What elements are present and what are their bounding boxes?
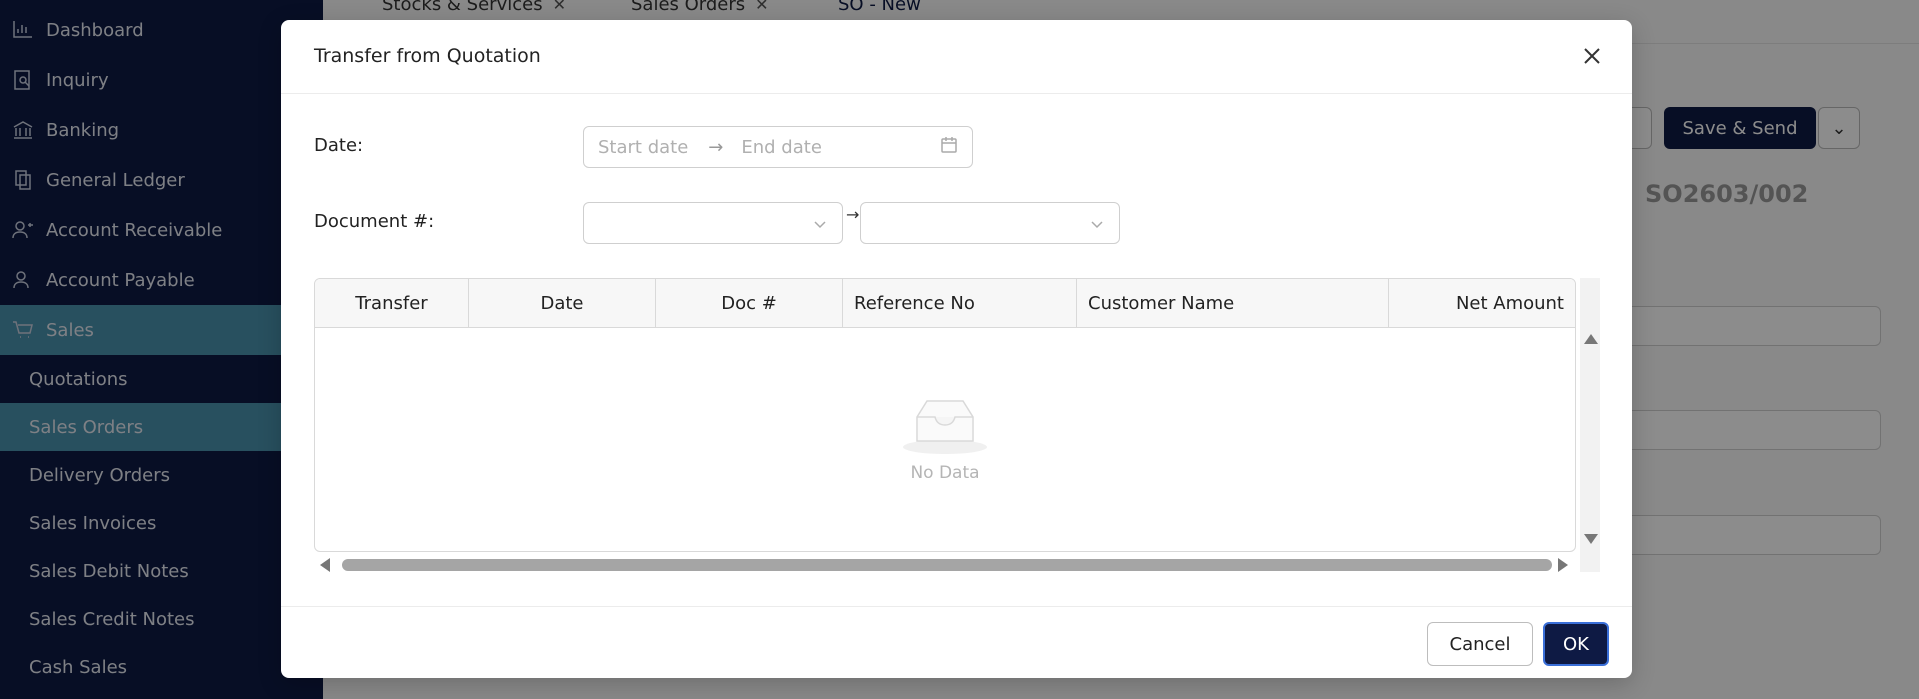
ok-button[interactable]: OK: [1543, 622, 1609, 666]
transfer-modal: Transfer from Quotation Date: Start date…: [281, 20, 1632, 678]
column-header-doc[interactable]: Doc #: [656, 279, 843, 328]
table-header: Transfer Date Doc # Reference No Custome…: [315, 279, 1575, 328]
empty-text: No Data: [910, 462, 980, 483]
arrow-right-icon: →: [708, 136, 724, 158]
date-label: Date:: [314, 135, 364, 156]
document-label-text: Document #: [314, 211, 429, 232]
empty-state: No Data: [315, 328, 1575, 551]
date-label-text: Date: [314, 135, 358, 156]
scroll-left-icon[interactable]: [320, 558, 330, 572]
end-date-input[interactable]: End date: [741, 137, 822, 158]
document-from-select[interactable]: [583, 202, 843, 244]
empty-inbox-icon: [903, 399, 987, 454]
close-icon: [1584, 48, 1600, 64]
modal-title: Transfer from Quotation: [314, 45, 541, 67]
date-range-picker[interactable]: Start date → End date: [583, 126, 973, 168]
start-date-input[interactable]: Start date: [598, 137, 688, 158]
vertical-scrollbar[interactable]: [1580, 278, 1600, 572]
scroll-right-icon[interactable]: [1558, 558, 1568, 572]
scroll-down-icon[interactable]: [1584, 534, 1598, 544]
calendar-icon: [940, 136, 958, 159]
chevron-down-icon: [1089, 216, 1105, 236]
quotation-table: Transfer Date Doc # Reference No Custome…: [314, 278, 1576, 552]
modal-header: Transfer from Quotation: [281, 20, 1632, 94]
column-header-customer-name[interactable]: Customer Name: [1077, 279, 1389, 328]
column-header-reference-no[interactable]: Reference No: [843, 279, 1077, 328]
close-button[interactable]: [1578, 42, 1606, 70]
column-header-transfer[interactable]: Transfer: [315, 279, 469, 328]
document-label: Document #:: [314, 211, 435, 232]
column-header-date[interactable]: Date: [469, 279, 656, 328]
column-header-net-amount[interactable]: Net Amount: [1389, 279, 1575, 328]
chevron-down-icon: [812, 216, 828, 236]
scroll-up-icon[interactable]: [1584, 334, 1598, 344]
cancel-button[interactable]: Cancel: [1427, 622, 1533, 666]
scrollbar-thumb[interactable]: [342, 559, 1552, 571]
horizontal-scrollbar[interactable]: [314, 554, 1576, 574]
range-arrow-icon: →: [846, 205, 860, 224]
document-to-select[interactable]: [860, 202, 1120, 244]
